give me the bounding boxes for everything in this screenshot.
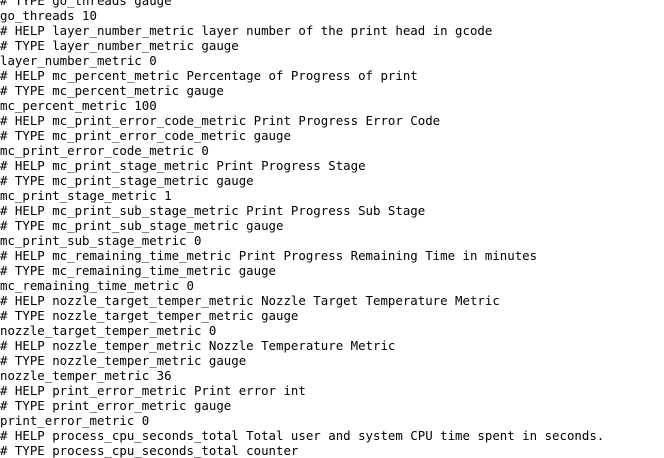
metrics-plain-text: # TYPE go_threads gauge go_threads 10 # HE… (0, 0, 664, 458)
metrics-line: # TYPE layer_number_metric gauge (0, 38, 239, 53)
metrics-line: # TYPE mc_remaining_time_metric gauge (0, 263, 277, 278)
metrics-line: mc_print_error_code_metric 0 (0, 143, 209, 158)
metrics-line: print_error_metric 0 (0, 413, 150, 428)
metrics-line: # TYPE nozzle_target_temper_metric gauge (0, 308, 299, 323)
metrics-line: # TYPE nozzle_temper_metric gauge (0, 353, 247, 368)
metrics-line: # HELP mc_print_sub_stage_metric Print P… (0, 203, 426, 218)
metrics-line: layer_number_metric 0 (0, 53, 157, 68)
metrics-line: # HELP nozzle_temper_metric Nozzle Tempe… (0, 338, 396, 353)
metrics-line: # HELP mc_percent_metric Percentage of P… (0, 68, 418, 83)
metrics-line: # HELP mc_print_stage_metric Print Progr… (0, 158, 366, 173)
metrics-line: # HELP mc_remaining_time_metric Print Pr… (0, 248, 538, 263)
metrics-line: # HELP layer_number_metric layer number … (0, 23, 493, 38)
metrics-line: mc_print_stage_metric 1 (0, 188, 172, 203)
metrics-line: mc_remaining_time_metric 0 (0, 278, 194, 293)
metrics-line: nozzle_target_temper_metric 0 (0, 323, 217, 338)
metrics-line: # HELP print_error_metric Print error in… (0, 383, 306, 398)
metrics-line: # TYPE print_error_metric gauge (0, 398, 232, 413)
metrics-line: # TYPE mc_percent_metric gauge (0, 83, 224, 98)
metrics-line: nozzle_temper_metric 36 (0, 368, 172, 383)
metrics-line: # HELP mc_print_error_code_metric Print … (0, 113, 441, 128)
metrics-line: # HELP nozzle_target_temper_metric Nozzl… (0, 293, 500, 308)
metrics-line: mc_percent_metric 100 (0, 98, 157, 113)
metrics-line: # HELP process_cpu_seconds_total Total u… (0, 428, 605, 443)
metrics-line: # TYPE mc_print_stage_metric gauge (0, 173, 254, 188)
metrics-line: # TYPE process_cpu_seconds_total counter (0, 443, 299, 458)
metrics-line: # TYPE mc_print_error_code_metric gauge (0, 128, 291, 143)
metrics-line: # TYPE go_threads gauge (0, 0, 172, 8)
metrics-line: # TYPE mc_print_sub_stage_metric gauge (0, 218, 284, 233)
metrics-line: go_threads 10 (0, 8, 97, 23)
metrics-line: mc_print_sub_stage_metric 0 (0, 233, 202, 248)
